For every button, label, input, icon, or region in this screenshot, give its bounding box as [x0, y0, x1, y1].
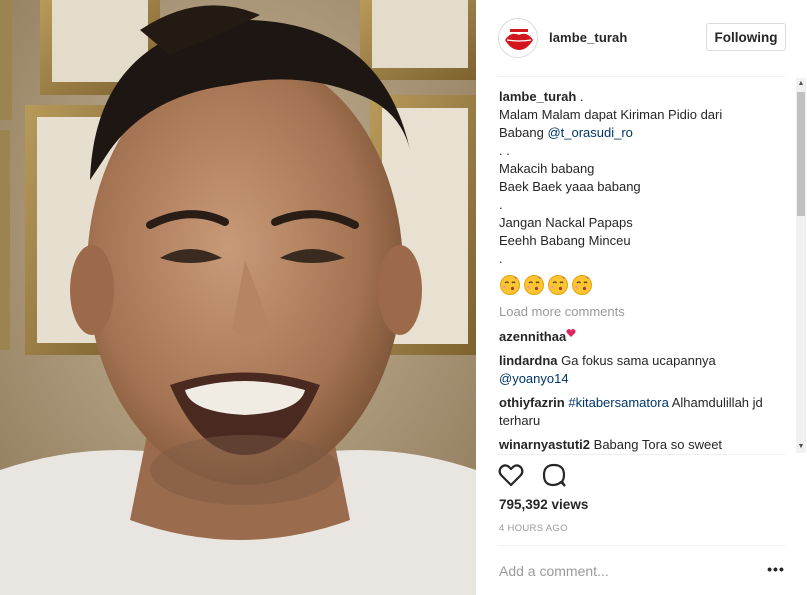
- actions-divider: [498, 454, 785, 455]
- comment-mention-link[interactable]: @yoanyo14: [499, 371, 569, 386]
- kissing-face-icon: [572, 275, 592, 295]
- load-more-comments-link[interactable]: Load more comments: [499, 304, 789, 322]
- caption-line: . .: [499, 143, 510, 158]
- caption-line: Jangan Nackal Papaps: [499, 215, 633, 230]
- comment-hashtag-link[interactable]: #kitabersamatora: [568, 395, 668, 410]
- caption-line: .: [499, 251, 503, 266]
- heart-icon: [566, 329, 576, 337]
- caption-line: Babang @t_orasudi_ro: [499, 124, 789, 142]
- more-options-button[interactable]: •••: [767, 562, 785, 580]
- post-header: lambe_turah Following: [476, 0, 807, 76]
- like-heart-icon[interactable]: [498, 462, 524, 488]
- post-timestamp[interactable]: 4 HOURS AGO: [499, 523, 568, 534]
- video-player[interactable]: [0, 0, 476, 595]
- view-count[interactable]: 795,392 views: [499, 497, 588, 512]
- avatar[interactable]: [498, 18, 538, 58]
- post-sidebar: lambe_turah Following lambe_turah . Mala…: [476, 0, 807, 595]
- comment-bubble-icon[interactable]: [541, 462, 567, 488]
- comment-username[interactable]: azennithaa: [499, 329, 566, 344]
- scrollbar-thumb[interactable]: [797, 92, 805, 216]
- comment-item: lindardna Ga fokus sama ucapannya @yoany…: [499, 352, 789, 388]
- scroll-down-arrow-icon[interactable]: ▼: [796, 441, 806, 453]
- comment-text: Ga fokus sama ucapannya: [557, 353, 716, 368]
- comment-form-divider: [498, 545, 785, 546]
- caption-text: Babang: [499, 125, 548, 140]
- caption-username[interactable]: lambe_turah: [499, 89, 576, 104]
- comment-username[interactable]: winarnyastuti2: [499, 437, 590, 452]
- comment-username[interactable]: othiyfazrin: [499, 395, 565, 410]
- kissing-face-icon: [500, 275, 520, 295]
- comment-text: Babang Tora so sweet: [590, 437, 723, 452]
- video-frame: [0, 0, 476, 595]
- caption-line: lambe_turah .: [499, 88, 789, 106]
- kissing-face-icon: [524, 275, 544, 295]
- caption-text: .: [576, 89, 584, 104]
- comment-username[interactable]: lindardna: [499, 353, 558, 368]
- caption-line: Malam Malam dapat Kiriman Pidio dari: [499, 107, 723, 122]
- add-comment-input[interactable]: [499, 560, 749, 582]
- scroll-up-arrow-icon[interactable]: ▲: [796, 78, 806, 90]
- lips-logo-icon: [499, 19, 537, 57]
- comment-item: azennithaa: [499, 328, 789, 346]
- caption-line: Baek Baek yaaa babang: [499, 179, 641, 194]
- comment-item: winarnyastuti2 Babang Tora so sweet: [499, 436, 789, 453]
- header-divider: [498, 76, 785, 77]
- comment-item: othiyfazrin #kitabersamatora Alhamdulill…: [499, 394, 789, 430]
- following-button[interactable]: Following: [706, 23, 786, 51]
- kissing-face-icon: [548, 275, 568, 295]
- header-username[interactable]: lambe_turah: [549, 30, 627, 45]
- caption-line: Makacih babang: [499, 161, 595, 176]
- comments-list[interactable]: lambe_turah . Malam Malam dapat Kiriman …: [499, 88, 789, 453]
- caption-mention-link[interactable]: @t_orasudi_ro: [547, 125, 632, 140]
- comments-scrollbar[interactable]: ▲ ▼: [796, 78, 806, 453]
- caption-emojis: [499, 274, 789, 296]
- caption-line: .: [499, 197, 503, 212]
- action-bar: [498, 462, 567, 490]
- caption-line: Eeehh Babang Minceu: [499, 233, 631, 248]
